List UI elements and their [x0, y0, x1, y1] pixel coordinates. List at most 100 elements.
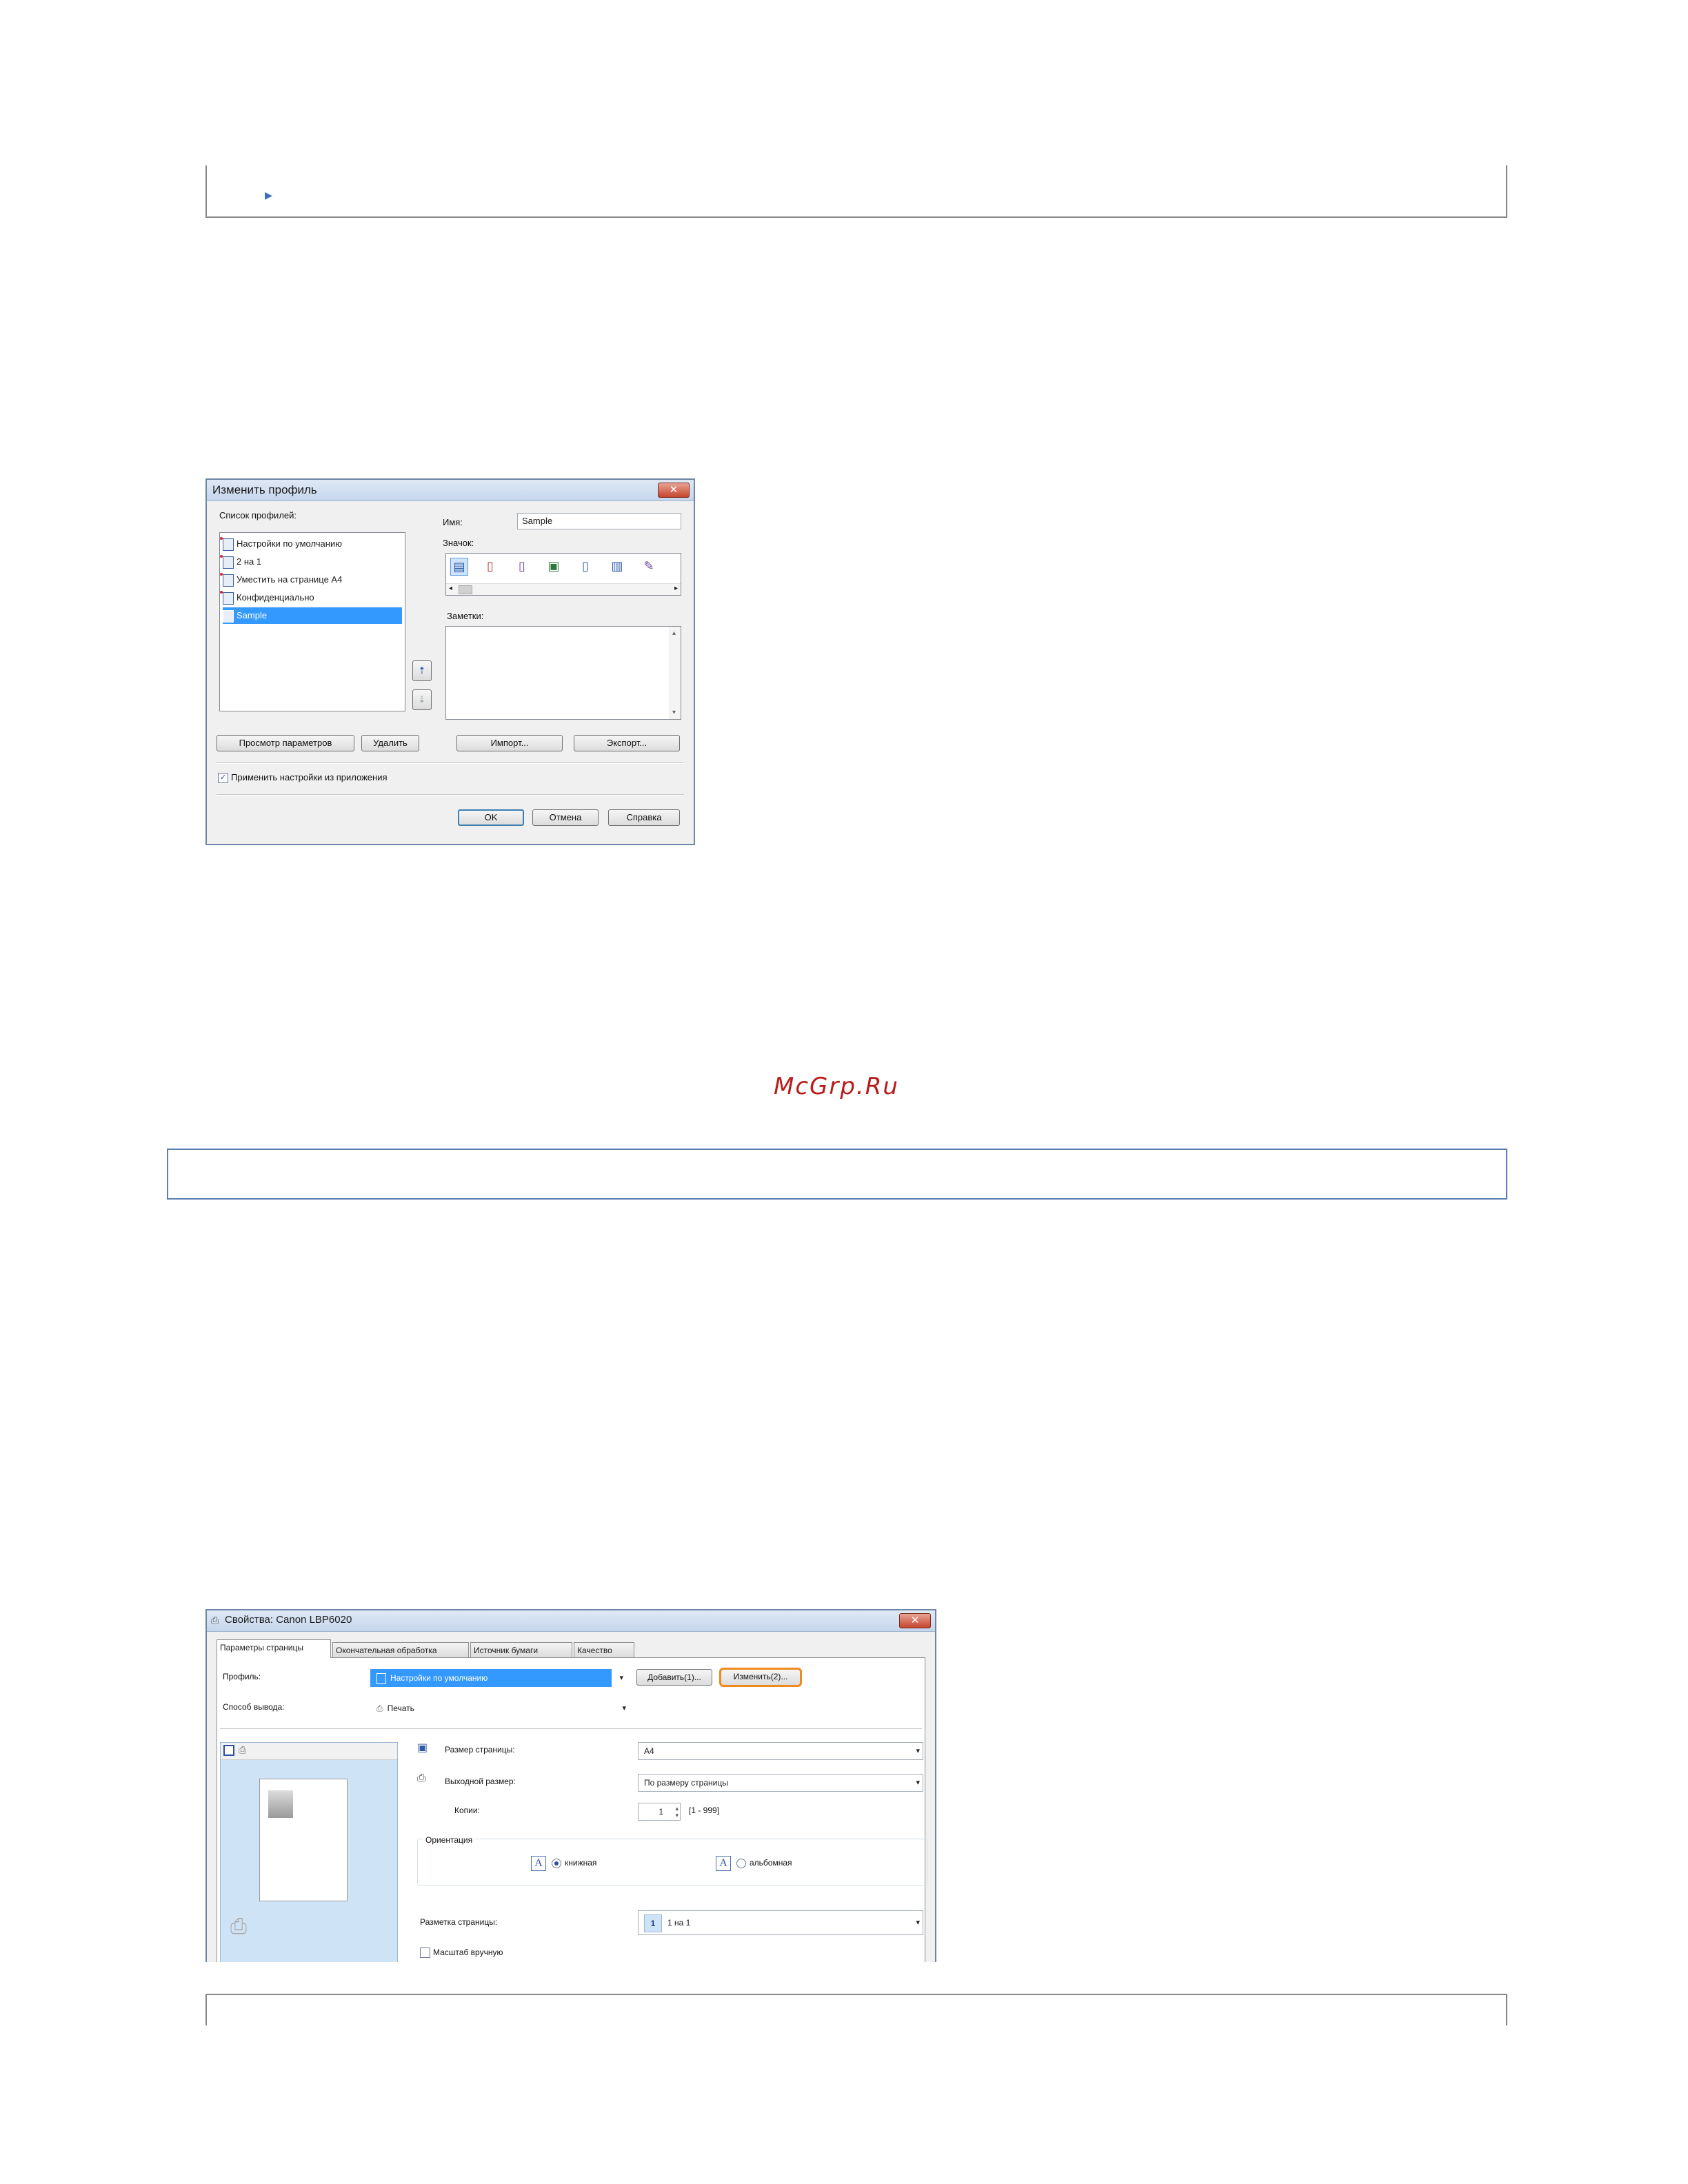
orientation-group: Ориентация Aкнижная Aальбомная: [417, 1835, 927, 1885]
list-item-label: Настройки по умолчанию: [237, 538, 342, 549]
move-up-icon[interactable]: ⇡: [412, 660, 432, 681]
page-small-icon[interactable]: ▯: [577, 558, 594, 574]
chevron-down-icon[interactable]: ▾: [619, 1670, 623, 1686]
pencil-icon[interactable]: ✎: [641, 558, 657, 574]
radio-on-icon[interactable]: [552, 1859, 561, 1868]
book-icon[interactable]: ▥: [609, 558, 625, 574]
cancel-button[interactable]: Отмена: [532, 809, 599, 826]
apply-app-settings-checkbox[interactable]: ✓ Применить настройки из приложения: [218, 772, 388, 784]
printer-icon: ⎙: [211, 1615, 219, 1626]
checkbox-unchecked-icon[interactable]: [420, 1948, 430, 1959]
icon-label: Значок:: [443, 538, 474, 548]
list-item-selected[interactable]: Sample: [223, 607, 402, 624]
profile-icon: [220, 554, 234, 569]
page-size-select[interactable]: A4 ▾: [638, 1742, 923, 1760]
page-thumbnail: [259, 1779, 348, 1901]
printer-icon: ⎙: [376, 1703, 383, 1713]
list-item-label: Уместить на странице A4: [237, 574, 343, 585]
output-method-label: Способ вывода:: [223, 1702, 285, 1712]
window-titlebar: Свойства: Canon LBP6020 ⎙ ✕: [207, 1610, 935, 1632]
import-button[interactable]: Импорт...: [456, 735, 563, 751]
notes-scrollbar[interactable]: ▴ ▾: [669, 627, 681, 719]
chevron-down-icon[interactable]: ▾: [916, 1743, 920, 1759]
page-layout-value: 1 на 1: [667, 1918, 691, 1928]
chevron-down-icon[interactable]: ▾: [916, 1911, 920, 1934]
notes-field[interactable]: ▴ ▾: [445, 626, 681, 720]
copies-value: 1: [659, 1807, 663, 1817]
scroll-up-icon[interactable]: ▴: [672, 629, 676, 637]
stepper-arrows-icon[interactable]: ▴ ▾: [675, 1805, 679, 1819]
tab-page-setup[interactable]: Параметры страницы: [217, 1639, 331, 1658]
list-item[interactable]: Уместить на странице A4: [220, 572, 402, 588]
page-icon[interactable]: ▤: [450, 558, 468, 576]
landscape-label: альбомная: [750, 1858, 792, 1868]
dialog-titlebar: Изменить профиль ✕: [207, 480, 694, 501]
output-size-select[interactable]: По размеру страницы ▾: [638, 1774, 923, 1792]
profile-icon: [223, 609, 234, 623]
tab-finishing[interactable]: Окончательная обработка: [332, 1642, 469, 1657]
list-item[interactable]: Настройки по умолчанию: [220, 536, 402, 552]
icon-scrollbar[interactable]: ◂ ▸: [446, 583, 681, 595]
note-box: [167, 1149, 1507, 1200]
tab-panel: Профиль: Настройки по умолчанию ▾ Добави…: [217, 1657, 927, 1962]
printer-view-icon[interactable]: ⎙: [239, 1744, 246, 1756]
landscape-letter-icon: A: [716, 1856, 731, 1871]
name-field[interactable]: Sample: [517, 513, 681, 529]
close-icon[interactable]: ✕: [899, 1613, 931, 1628]
page-size-label: Размер страницы:: [445, 1745, 515, 1755]
ok-button[interactable]: OK: [458, 809, 524, 826]
page-size-icon: ▣: [417, 1742, 428, 1754]
dialog-title: Изменить профиль: [212, 483, 317, 496]
list-item-label: Конфиденциально: [237, 592, 314, 603]
scroll-right-icon[interactable]: ▸: [674, 585, 678, 592]
add-profile-button[interactable]: Добавить(1)...: [636, 1669, 712, 1686]
page-view-icon[interactable]: [223, 1745, 234, 1756]
profile-list[interactable]: Настройки по умолчанию 2 на 1 Уместить н…: [219, 532, 405, 711]
manual-scale-checkbox[interactable]: Масштаб вручную: [420, 1948, 503, 1959]
list-item[interactable]: Конфиденциально: [220, 589, 402, 606]
printer-properties-window: Свойства: Canon LBP6020 ⎙ ✕ Параметры ст…: [205, 1609, 936, 1962]
divider: [217, 794, 684, 796]
output-size-icon: ⎙: [417, 1772, 426, 1784]
note-frame-bottom: [205, 1994, 1507, 2025]
export-button[interactable]: Экспорт...: [574, 735, 680, 751]
manual-scale-label: Масштаб вручную: [433, 1948, 503, 1957]
profile-select[interactable]: Настройки по умолчанию ▾: [370, 1669, 623, 1687]
page-layout-select[interactable]: 1 1 на 1 ▾: [638, 1910, 923, 1935]
scroll-thumb[interactable]: [459, 585, 472, 594]
profile-label: Профиль:: [223, 1672, 261, 1681]
view-settings-button[interactable]: Просмотр параметров: [217, 735, 354, 751]
page-blue-icon[interactable]: ▯: [514, 558, 530, 574]
page-preview-pane: ⎙ ⎙: [220, 1742, 398, 1962]
orientation-label: Ориентация: [423, 1835, 475, 1845]
list-item[interactable]: 2 на 1: [220, 554, 402, 570]
tab-paper-source[interactable]: Источник бумаги: [470, 1642, 572, 1657]
photo-icon[interactable]: ▣: [545, 558, 562, 574]
edit-profile-button[interactable]: Изменить(2)...: [719, 1668, 802, 1687]
output-method-value: Печать: [387, 1703, 414, 1713]
chevron-down-icon[interactable]: ▾: [622, 1700, 626, 1717]
close-icon[interactable]: ✕: [658, 483, 690, 498]
apply-app-settings-label: Применить настройки из приложения: [231, 772, 388, 782]
delete-button[interactable]: Удалить: [361, 735, 419, 751]
checkbox-checked-icon[interactable]: ✓: [218, 773, 228, 784]
page-size-value: A4: [644, 1746, 654, 1756]
page-red-icon[interactable]: ▯: [482, 558, 499, 574]
chevron-down-icon[interactable]: ▾: [916, 1775, 920, 1791]
help-button[interactable]: Справка: [608, 809, 680, 826]
move-down-icon[interactable]: ⇣: [412, 689, 432, 710]
icon-picker[interactable]: ▤ ▯ ▯ ▣ ▯ ▥ ✎ ◂ ▸: [445, 553, 681, 596]
scroll-left-icon[interactable]: ◂: [449, 585, 452, 592]
portrait-radio[interactable]: Aкнижная: [531, 1856, 596, 1871]
copies-stepper[interactable]: 1 ▴ ▾: [638, 1803, 681, 1821]
page-layout-label: Разметка страницы:: [420, 1917, 498, 1927]
radio-off-icon[interactable]: [736, 1859, 746, 1868]
profile-icon: [220, 536, 234, 551]
portrait-label: книжная: [565, 1858, 597, 1868]
preview-toolbar: ⎙: [221, 1743, 397, 1760]
scroll-down-icon[interactable]: ▾: [672, 709, 676, 716]
page-layout-icon: 1: [644, 1914, 662, 1932]
tab-quality[interactable]: Качество: [574, 1642, 634, 1657]
output-method-select[interactable]: ⎙ Печать ▾: [370, 1699, 630, 1717]
landscape-radio[interactable]: Aальбомная: [716, 1856, 792, 1871]
